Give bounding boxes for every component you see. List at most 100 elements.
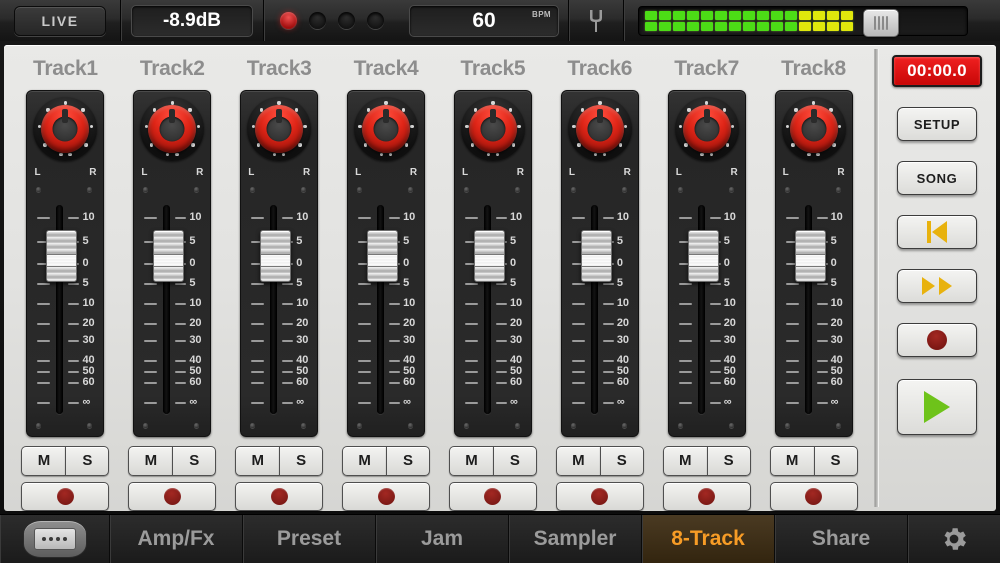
track-title[interactable]: Track3	[247, 57, 312, 81]
volume-fader[interactable]: 10 5 0 5 10 20 30 40 50 60 ∞	[348, 199, 424, 420]
mute-button[interactable]: M	[769, 445, 814, 476]
meter-segment	[799, 10, 811, 20]
track-title[interactable]: Track7	[674, 57, 739, 81]
panel-screw	[143, 422, 149, 428]
fader-cap[interactable]	[367, 229, 399, 282]
pedal-board-button[interactable]	[0, 515, 110, 563]
track-title[interactable]: Track8	[781, 57, 846, 81]
pan-knob[interactable]	[468, 105, 517, 153]
mute-button[interactable]: M	[235, 445, 280, 476]
volume-fader[interactable]: 10 5 0 5 10 20 30 40 50 60 ∞	[669, 199, 745, 420]
track-record-button[interactable]	[235, 481, 324, 511]
pan-knob[interactable]	[789, 105, 838, 153]
track-record-button[interactable]	[662, 481, 751, 511]
fader-scale-label: 30	[296, 334, 309, 347]
volume-fader[interactable]: 10 5 0 5 10 20 30 40 50 60 ∞	[776, 199, 852, 420]
mute-button[interactable]: M	[128, 445, 173, 476]
db-level-display[interactable]: -8.9dB	[131, 4, 253, 37]
fader-scale-label: 0	[296, 256, 303, 269]
fader-cap[interactable]	[473, 229, 505, 282]
fader-cap[interactable]	[260, 229, 292, 282]
track-record-button[interactable]	[342, 481, 431, 511]
track-title[interactable]: Track5	[461, 57, 526, 81]
pan-knob[interactable]	[682, 105, 731, 153]
live-button[interactable]: LIVE	[14, 5, 106, 36]
rewind-button[interactable]	[897, 215, 977, 249]
fast-forward-button[interactable]	[897, 269, 977, 303]
fader-scale-label: 60	[189, 376, 202, 389]
song-button[interactable]: SONG	[897, 161, 977, 195]
panel-screw	[621, 187, 627, 192]
pan-knob[interactable]	[148, 105, 197, 153]
solo-button[interactable]: S	[599, 445, 644, 476]
fader-scale-label: 10	[723, 296, 736, 309]
record-button[interactable]	[897, 323, 977, 357]
mute-button[interactable]: M	[448, 445, 493, 476]
solo-button[interactable]: S	[65, 445, 110, 476]
tab-share[interactable]: Share	[775, 515, 908, 563]
track-title[interactable]: Track4	[354, 57, 419, 81]
panel-screw	[677, 187, 683, 192]
pan-right-label: R	[837, 167, 845, 178]
tab-amp-fx[interactable]: Amp/Fx	[110, 515, 243, 563]
solo-button[interactable]: S	[706, 445, 751, 476]
tab-preset[interactable]: Preset	[243, 515, 376, 563]
mute-button[interactable]: M	[662, 445, 707, 476]
fader-tick	[464, 401, 478, 404]
fader-tick	[144, 340, 158, 343]
track-title[interactable]: Track2	[140, 57, 205, 81]
play-button[interactable]	[897, 379, 977, 435]
fader-tick	[389, 302, 401, 305]
solo-button[interactable]: S	[279, 445, 324, 476]
volume-fader[interactable]: 10 5 0 5 10 20 30 40 50 60 ∞	[562, 199, 638, 420]
time-display[interactable]: 00:00.0	[892, 55, 982, 87]
mute-button[interactable]: M	[342, 445, 387, 476]
fader-tick	[175, 216, 187, 219]
fader-cap[interactable]	[46, 229, 78, 282]
tuner-button[interactable]	[569, 8, 623, 34]
track-record-button[interactable]	[448, 481, 537, 511]
track-title[interactable]: Track6	[567, 57, 632, 81]
volume-fader[interactable]: 10 5 0 5 10 20 30 40 50 60 ∞	[241, 199, 317, 420]
volume-fader[interactable]: 10 5 0 5 10 20 30 40 50 60 ∞	[27, 199, 103, 420]
solo-button[interactable]: S	[386, 445, 431, 476]
solo-button[interactable]: S	[813, 445, 858, 476]
meter-segment	[771, 21, 783, 31]
fader-cap[interactable]	[153, 229, 185, 282]
volume-fader[interactable]: 10 5 0 5 10 20 30 40 50 60 ∞	[455, 199, 531, 420]
track-record-button[interactable]	[21, 481, 110, 511]
track-record-button[interactable]	[555, 481, 644, 511]
pan-knob[interactable]	[41, 105, 90, 153]
bpm-display[interactable]: 60 BPM	[409, 4, 559, 37]
volume-fader[interactable]: 10 5 0 5 10 20 30 40 50 60 ∞	[134, 199, 210, 420]
fader-cap[interactable]	[794, 229, 826, 282]
pan-knob[interactable]	[255, 105, 304, 153]
tab-8-track[interactable]: 8-Track	[642, 515, 775, 563]
pan-tick-dot	[495, 152, 500, 157]
mute-button[interactable]: M	[21, 445, 66, 476]
fader-tick	[816, 401, 828, 404]
setup-button[interactable]: SETUP	[897, 107, 977, 141]
output-level-meter[interactable]	[638, 5, 968, 37]
pan-knob-pointer	[169, 109, 176, 123]
solo-button[interactable]: S	[172, 445, 217, 476]
master-volume-handle[interactable]	[863, 8, 899, 37]
tab-jam[interactable]: Jam	[376, 515, 509, 563]
fast-forward-icon	[922, 277, 952, 295]
fader-cap[interactable]	[580, 229, 612, 282]
track-title[interactable]: Track1	[33, 57, 98, 81]
mute-button[interactable]: M	[555, 445, 600, 476]
track-record-button[interactable]	[128, 481, 217, 511]
fader-scale-label: 30	[82, 334, 95, 347]
tab-sampler[interactable]: Sampler	[509, 515, 642, 563]
solo-button[interactable]: S	[492, 445, 537, 476]
fader-cap[interactable]	[687, 229, 719, 282]
settings-button[interactable]	[908, 515, 1000, 563]
pan-knob-pointer	[596, 109, 603, 123]
pan-knob[interactable]	[575, 105, 624, 153]
fader-tick	[495, 360, 507, 363]
fader-tick	[602, 322, 614, 325]
pan-tick-dot	[282, 152, 286, 157]
pan-knob[interactable]	[362, 105, 411, 153]
track-record-button[interactable]	[769, 481, 858, 511]
